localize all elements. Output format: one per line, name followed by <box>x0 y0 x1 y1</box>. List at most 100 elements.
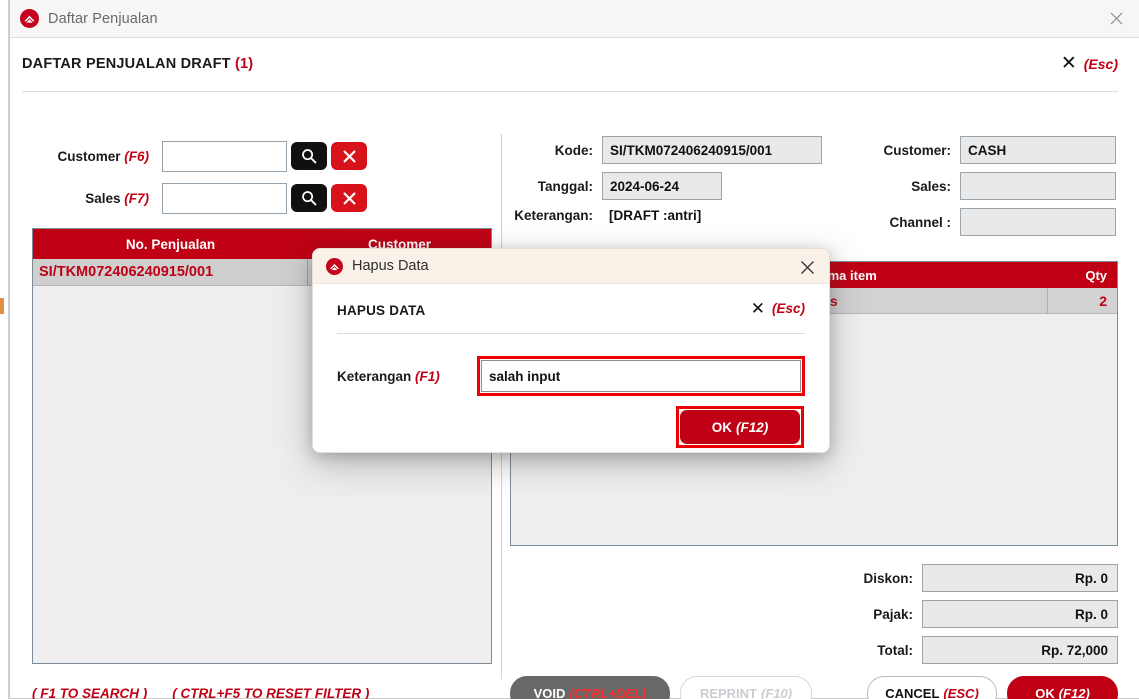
keterangan-input-highlight <box>477 356 805 396</box>
dialog-body: HAPUS DATA ✕ (Esc) Keterangan (F1) salah… <box>313 284 829 448</box>
dialog-keterangan-hotkey: (F1) <box>415 368 440 384</box>
cell-no-penjualan: SI/TKM072406240915/001 <box>33 259 308 285</box>
sales-filter-input[interactable] <box>162 182 287 214</box>
detail-right-column: Customer: CASH Sales: Channel : <box>862 136 1118 244</box>
detail-row-tanggal: Tanggal: 2024-06-24 <box>510 172 840 200</box>
ok-button[interactable]: OK (F12) <box>1007 676 1118 699</box>
dialog-heading: HAPUS DATA <box>337 303 426 318</box>
detail-keterangan-value: [DRAFT :antri] <box>609 208 702 223</box>
dialog-esc-hotkey: (Esc) <box>771 301 805 316</box>
sales-clear-button[interactable] <box>331 184 367 212</box>
window-close-button[interactable] <box>1093 0 1139 37</box>
dialog-keterangan-label-text: Keterangan <box>337 368 412 384</box>
dialog-esc-close-button[interactable]: ✕ (Esc) <box>751 300 805 317</box>
customer-search-button[interactable] <box>291 142 327 170</box>
detail-channel-value <box>960 208 1116 236</box>
total-row-diskon: Diskon: Rp. 0 <box>840 564 1118 592</box>
sales-search-button[interactable] <box>291 184 327 212</box>
search-icon <box>302 149 317 164</box>
close-icon: ✕ <box>1060 53 1077 74</box>
detail-row-keterangan: Keterangan: [DRAFT :antri] <box>510 208 840 223</box>
filter-customer-label: Customer (F6) <box>32 149 162 164</box>
dialog-title-text: Hapus Data <box>352 258 429 274</box>
hint-reset-filter: ( CTRL+F5 TO RESET FILTER ) <box>172 686 370 699</box>
keterangan-input[interactable] <box>481 360 801 392</box>
total-row-pajak: Pajak: Rp. 0 <box>840 600 1118 628</box>
filter-row-customer: Customer (F6) <box>32 138 367 174</box>
items-column-qty: Qty <box>1085 267 1107 283</box>
dialog-ok-hotkey: (F12) <box>735 419 769 435</box>
close-icon <box>800 260 814 274</box>
items-column-nama: Nama item <box>811 267 877 283</box>
detail-keterangan-label: Keterangan: <box>514 208 593 223</box>
total-value: Rp. 72,000 <box>922 636 1118 664</box>
filter-panel: Customer (F6) Sales (F7) <box>32 138 367 222</box>
filter-sales-hotkey: (F7) <box>124 190 149 206</box>
page-title-count: (1) <box>234 56 254 72</box>
customer-filter-input[interactable] <box>162 140 287 172</box>
ok-button-hotkey: (F12) <box>1058 686 1090 699</box>
detail-left-column: Kode: SI/TKM072406240915/001 Tanggal: 20… <box>510 136 840 223</box>
ok-button-label: OK <box>1035 686 1055 699</box>
background-app-strip <box>0 0 9 699</box>
reprint-button-label: REPRINT <box>699 686 757 699</box>
dialog-ok-highlight: OK (F12) <box>676 406 804 448</box>
app-logo-icon <box>325 257 343 275</box>
filter-customer-hotkey: (F6) <box>124 148 149 164</box>
dialog-button-row: OK (F12) <box>337 406 805 448</box>
cancel-button[interactable]: CANCEL (ESC) <box>867 676 997 699</box>
void-button-label: VOID <box>533 686 566 699</box>
clear-icon <box>343 192 355 204</box>
dialog-title-bar: Hapus Data <box>313 249 829 284</box>
filter-row-sales: Sales (F7) <box>32 180 367 216</box>
dialog-ok-button[interactable]: OK (F12) <box>680 410 800 444</box>
items-cell-qty: 2 <box>1099 292 1107 309</box>
dialog-close-button[interactable] <box>795 255 819 279</box>
dialog-keterangan-label: Keterangan (F1) <box>337 369 477 384</box>
totals-panel: Diskon: Rp. 0 Pajak: Rp. 0 Total: Rp. 72… <box>840 564 1118 672</box>
detail-row-kode: Kode: SI/TKM072406240915/001 <box>510 136 840 164</box>
filter-sales-label-text: Sales <box>85 190 121 206</box>
filter-sales-label: Sales (F7) <box>32 191 162 206</box>
detail-tanggal-value: 2024-06-24 <box>602 172 722 200</box>
pajak-value: Rp. 0 <box>922 600 1118 628</box>
detail-row-customer: Customer: CASH <box>862 136 1118 164</box>
detail-channel-label: Channel : <box>889 214 951 230</box>
close-icon <box>1110 12 1122 25</box>
hint-f1-search: ( F1 TO SEARCH ) <box>32 686 148 699</box>
items-cell-nama: 20's <box>803 288 1048 313</box>
detail-customer-value: CASH <box>960 136 1116 164</box>
diskon-value: Rp. 0 <box>922 564 1118 592</box>
window-title-text: Daftar Penjualan <box>48 10 158 27</box>
page-title: DAFTAR PENJUALAN DRAFT (1) <box>22 56 253 72</box>
footer-hints: ( F1 TO SEARCH ) ( CTRL+F5 TO RESET FILT… <box>32 686 369 699</box>
dialog-field-row: Keterangan (F1) <box>337 356 805 396</box>
cancel-button-label: CANCEL <box>885 686 940 699</box>
detail-tanggal-label: Tanggal: <box>537 178 593 194</box>
dialog-header: HAPUS DATA ✕ (Esc) <box>337 300 805 334</box>
total-label: Total: <box>877 642 913 658</box>
cancel-button-hotkey: (ESC) <box>943 686 979 699</box>
clear-icon <box>343 150 355 162</box>
void-button[interactable]: VOID (CTRL+DEL) <box>510 676 670 699</box>
page-close-button[interactable]: ✕ (Esc) <box>1061 54 1118 73</box>
dialog-ok-label: OK <box>711 419 732 435</box>
background-accent-mark <box>0 298 4 314</box>
detail-kode-value: SI/TKM072406240915/001 <box>602 136 822 164</box>
reprint-button[interactable]: REPRINT (F10) <box>680 676 812 699</box>
page-header: DAFTAR PENJUALAN DRAFT (1) ✕ (Esc) <box>22 54 1118 92</box>
customer-clear-button[interactable] <box>331 142 367 170</box>
pajak-label: Pajak: <box>873 606 913 622</box>
detail-customer-label: Customer: <box>883 142 951 158</box>
filter-customer-label-text: Customer <box>57 148 121 164</box>
page-title-text: DAFTAR PENJUALAN DRAFT <box>22 56 231 72</box>
total-row-total: Total: Rp. 72,000 <box>840 636 1118 664</box>
desktop-background: Daftar Penjualan DAFTAR PENJUALAN DRAFT … <box>0 0 1139 699</box>
detail-row-sales: Sales: <box>862 172 1118 200</box>
detail-sales-value <box>960 172 1116 200</box>
action-buttons: VOID (CTRL+DEL) REPRINT (F10) CANCEL (ES… <box>510 676 1118 699</box>
close-icon: ✕ <box>750 299 765 318</box>
search-icon <box>302 191 317 206</box>
window-title-bar: Daftar Penjualan <box>10 0 1139 38</box>
app-logo-icon <box>20 9 39 28</box>
